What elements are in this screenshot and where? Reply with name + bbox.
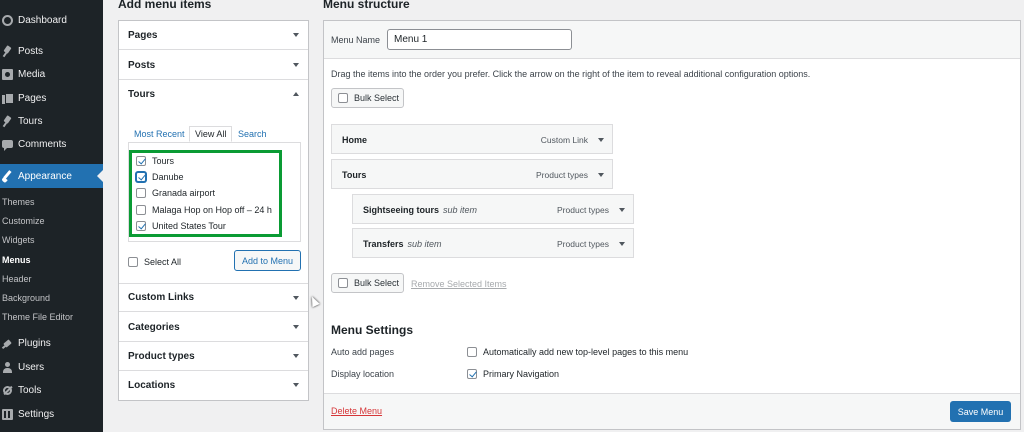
primary-navigation-checkbox[interactable]: Primary Navigation: [467, 368, 559, 380]
section-product-types[interactable]: Product types: [119, 342, 308, 371]
instructions-text: Drag the items into the order you prefer…: [331, 69, 811, 79]
sidebar-item-dashboard[interactable]: Dashboard: [0, 9, 103, 31]
settings-icon: [2, 408, 13, 420]
submenu-widgets[interactable]: Widgets: [2, 235, 35, 245]
plug-icon: [2, 338, 13, 349]
submenu-customize[interactable]: Customize: [2, 216, 45, 226]
chevron-down-icon: [293, 296, 299, 300]
section-posts[interactable]: Posts: [119, 51, 308, 80]
auto-add-label: Auto add pages: [331, 347, 395, 357]
menu-structure-title: Menu structure: [323, 0, 410, 11]
checkbox: [338, 93, 348, 103]
brush-icon: [2, 171, 13, 182]
chevron-down-icon: [293, 383, 299, 387]
admin-sidebar: Dashboard Posts Media Pages Tours Commen…: [0, 0, 103, 432]
sidebar-item-pages[interactable]: Pages: [0, 87, 103, 109]
chevron-down-icon[interactable]: [598, 138, 604, 142]
auto-add-checkbox[interactable]: Automatically add new top-level pages to…: [467, 346, 688, 358]
display-location-label: Display location: [331, 369, 395, 379]
menu-structure-panel: [323, 20, 1021, 430]
chevron-down-icon[interactable]: [598, 173, 604, 177]
checkbox: [338, 278, 348, 288]
menu-item-home[interactable]: Home Custom Link: [331, 124, 613, 154]
submenu-theme-file-editor[interactable]: Theme File Editor: [2, 312, 73, 322]
list-item[interactable]: Tours: [136, 155, 174, 167]
bulk-select-button[interactable]: Bulk Select: [331, 88, 404, 108]
remove-selected-link[interactable]: Remove Selected Items: [411, 279, 507, 289]
section-pages[interactable]: Pages: [119, 21, 308, 50]
pin-icon: [2, 46, 13, 57]
chevron-down-icon: [293, 63, 299, 67]
section-tours[interactable]: Tours: [119, 80, 308, 109]
menu-item-sightseeing-tours[interactable]: Sightseeing tours sub item Product types: [352, 194, 634, 224]
pin-icon: [2, 116, 13, 127]
menu-name-label: Menu Name: [331, 35, 381, 45]
media-icon: [2, 68, 13, 80]
sidebar-item-appearance[interactable]: Appearance: [0, 164, 103, 188]
submenu-background[interactable]: Background: [2, 293, 50, 303]
menu-item-transfers[interactable]: Transfers sub item Product types: [352, 228, 634, 258]
submenu-header[interactable]: Header: [2, 274, 32, 284]
add-to-menu-button[interactable]: Add to Menu: [234, 250, 301, 271]
checkbox[interactable]: [136, 221, 146, 231]
chevron-down-icon[interactable]: [619, 242, 625, 246]
sidebar-item-posts[interactable]: Posts: [0, 40, 103, 62]
sidebar-item-tools[interactable]: Tools: [0, 379, 103, 401]
bulk-select-button-bottom[interactable]: Bulk Select: [331, 273, 404, 293]
submenu-themes[interactable]: Themes: [2, 197, 35, 207]
list-item[interactable]: Granada airport: [136, 187, 215, 199]
chevron-down-icon[interactable]: [619, 208, 625, 212]
checkbox[interactable]: [128, 257, 138, 267]
wrench-icon: [2, 385, 13, 396]
select-all[interactable]: Select All: [128, 256, 181, 268]
list-item[interactable]: Danube: [136, 171, 184, 183]
sidebar-item-users[interactable]: Users: [0, 356, 103, 378]
section-custom-links[interactable]: Custom Links: [119, 283, 308, 312]
chevron-down-icon: [293, 325, 299, 329]
list-item[interactable]: Malaga Hop on Hop off – 24 h: [136, 204, 272, 216]
checkbox[interactable]: [136, 188, 146, 198]
tab-view-all[interactable]: View All: [189, 126, 233, 142]
chevron-down-icon: [293, 354, 299, 358]
pages-icon: [2, 92, 14, 104]
save-menu-button[interactable]: Save Menu: [950, 401, 1011, 422]
comment-icon: [2, 140, 13, 151]
section-categories[interactable]: Categories: [119, 313, 308, 342]
checkbox[interactable]: [136, 156, 146, 166]
menu-name-input[interactable]: [387, 29, 572, 50]
add-menu-items-title: Add menu items: [118, 0, 212, 11]
submenu-menus[interactable]: Menus: [2, 255, 31, 265]
menu-settings-title: Menu Settings: [331, 323, 414, 337]
sidebar-item-settings[interactable]: Settings: [0, 403, 103, 425]
tab-most-recent[interactable]: Most Recent: [134, 127, 185, 143]
list-item[interactable]: United States Tour: [136, 220, 226, 232]
tab-search[interactable]: Search: [238, 127, 267, 143]
checkbox[interactable]: [136, 172, 146, 182]
sidebar-item-media[interactable]: Media: [0, 63, 103, 85]
menu-item-tours[interactable]: Tours Product types: [331, 159, 613, 189]
sidebar-item-plugins[interactable]: Plugins: [0, 332, 103, 354]
sidebar-item-comments[interactable]: Comments: [0, 133, 103, 155]
checkbox[interactable]: [467, 347, 477, 357]
chevron-down-icon: [293, 33, 299, 37]
dashboard-icon: [2, 14, 13, 26]
checkbox[interactable]: [467, 369, 477, 379]
sidebar-item-tours[interactable]: Tours: [0, 110, 103, 132]
menu-footer: [324, 393, 1020, 429]
mouse-cursor-icon: [308, 294, 320, 308]
section-locations[interactable]: Locations: [119, 371, 308, 400]
delete-menu-link[interactable]: Delete Menu: [331, 406, 382, 416]
user-icon: [2, 361, 13, 373]
chevron-up-icon: [293, 92, 299, 96]
checkbox[interactable]: [136, 205, 146, 215]
